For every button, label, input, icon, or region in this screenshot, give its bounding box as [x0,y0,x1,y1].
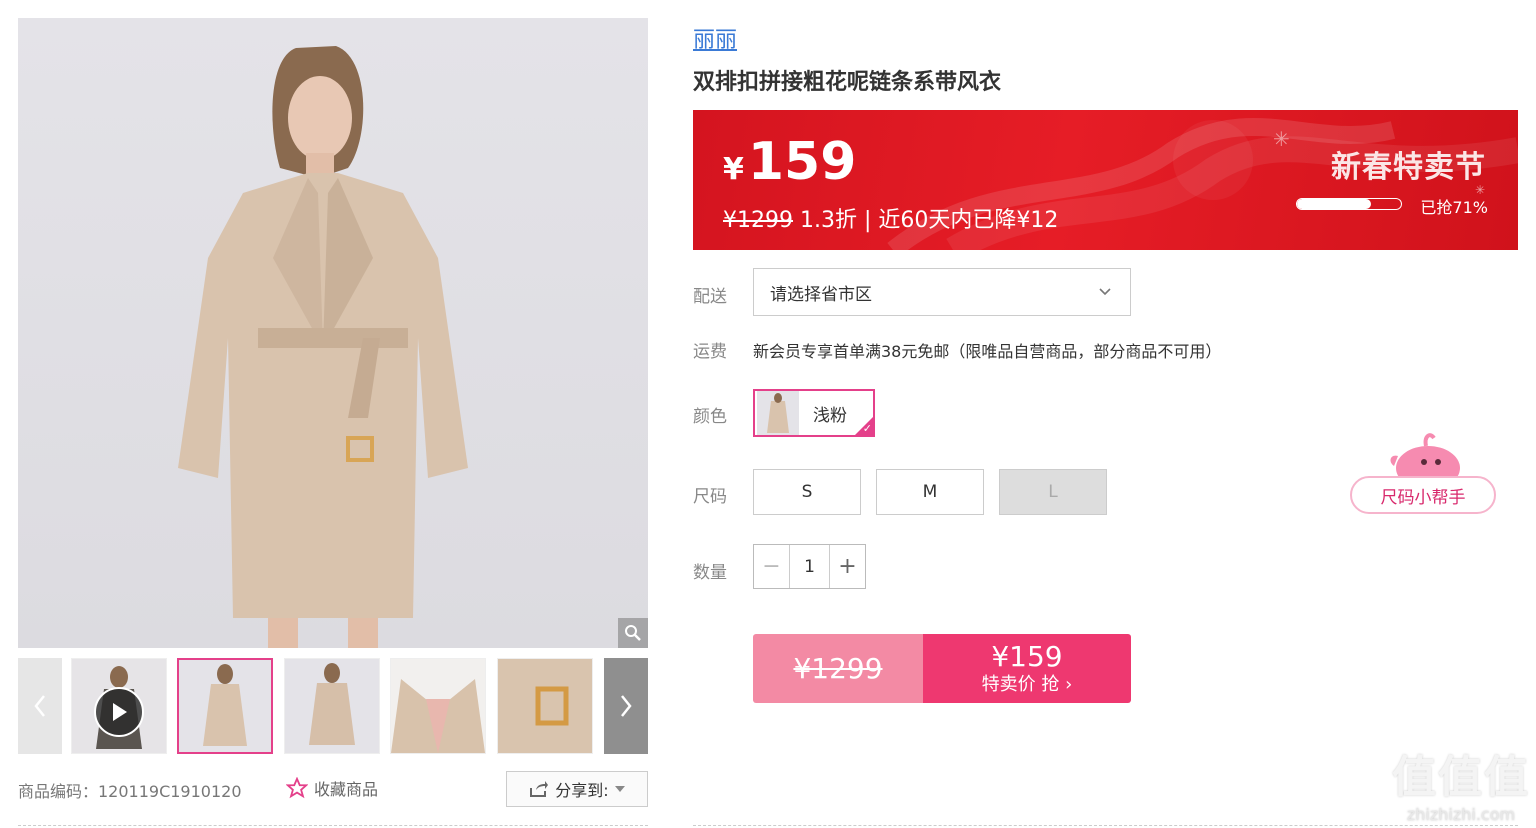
thumbnail-prev-button[interactable] [18,658,62,754]
size-label: 尺码 [693,487,727,507]
zoom-button[interactable] [618,618,648,648]
buy-button[interactable]: ¥1299 ¥159 特卖价 抢 › [753,634,1131,703]
color-label: 颜色 [693,407,727,427]
sold-progress-bar [1296,198,1402,210]
play-icon[interactable] [94,687,144,737]
chevron-down-icon [1099,288,1111,296]
quantity-decrease-button[interactable]: − [754,545,789,588]
divider [18,825,648,826]
share-icon [530,781,549,797]
event-title: 新春特卖节 [1331,150,1486,185]
product-title: 双排扣拼接粗花呢链条系带风衣 [693,70,1002,95]
color-swatch-graphic [757,391,799,435]
check-icon: ✓ [862,422,872,435]
magnifier-icon [625,625,641,641]
delivery-label: 配送 [693,287,727,307]
site-watermark: 值值值 zhizhizhi.com [1392,741,1530,824]
divider [693,825,1518,826]
sku-code: 商品编码：120119C1910120 [18,782,242,801]
price-subline: ¥1299 1.3折 | 近60天内已降¥12 [723,202,1058,234]
quantity-increase-button[interactable]: + [830,545,865,588]
color-option-selected[interactable]: 浅粉 ✓ [753,389,875,437]
thumbnail-image [179,660,271,752]
quantity-label: 数量 [693,563,727,583]
main-product-image[interactable] [18,18,648,648]
star-icon [286,777,308,799]
shipping-label: 运费 [693,342,727,362]
share-label: 分享到: [555,781,609,800]
sale-price: ¥ 159 [723,132,856,192]
coat-model-illustration [178,46,468,648]
brand-link[interactable]: 丽丽 [693,22,737,54]
size-option-s[interactable]: S [753,469,861,515]
color-swatch-image [757,391,799,435]
size-helper-button[interactable]: 尺码小帮手 [1350,476,1496,514]
favorite-label: 收藏商品 [314,780,379,799]
thumbnail-next-button[interactable] [604,658,648,754]
quantity-stepper: − 1 + [753,544,866,589]
delivery-region-select[interactable]: 请选择省市区 [753,268,1131,316]
play-triangle-icon [113,703,127,721]
quantity-input[interactable]: 1 [789,545,830,588]
size-option-m[interactable]: M [876,469,984,515]
thumbnail-strip [18,658,648,754]
svg-text:✳: ✳ [1273,127,1290,151]
thumbnail-buckle[interactable] [497,658,593,754]
thumbnail-front[interactable] [177,658,273,754]
color-name: 浅粉 [813,405,847,426]
buy-sale-section[interactable]: ¥159 特卖价 抢 › [923,634,1131,703]
thumbnail-image [391,659,485,753]
watermark-logo: 值值值 [1392,752,1530,803]
price-banner: ✳ ✳ ¥ 159 ¥1299 1.3折 | 近60天内已降¥12 新春特卖节 … [693,110,1518,250]
size-helper[interactable]: 尺码小帮手 [1350,432,1496,516]
size-option-l: L [999,469,1107,515]
currency-symbol: ¥ [723,152,744,187]
watermark-url: zhizhizhi.com [1406,805,1516,824]
discount-text: 1.3折 | 近60天内已降¥12 [800,208,1059,233]
product-meta-row: 商品编码：120119C1910120 收藏商品 分享到: [18,770,648,807]
thumbnail-image [285,659,379,753]
buy-original-price: ¥1299 [753,634,923,703]
thumbnail-image [498,659,592,753]
buy-sale-price: ¥159 [991,639,1063,673]
original-price: ¥1299 [723,208,793,233]
thumbnail-collar[interactable] [390,658,486,754]
caret-down-icon [614,786,625,792]
chevron-right-icon [621,695,632,717]
shipping-text: 新会员专享首单满38元免邮（限唯品自营商品，部分商品不可用） [753,342,1222,361]
price-value: 159 [747,132,857,192]
buy-cta-text: 特卖价 抢 › [981,673,1073,695]
thumbnail-video[interactable] [71,658,167,754]
delivery-placeholder: 请选择省市区 [770,284,872,305]
sold-progress-fill [1297,199,1371,209]
thumbnail-back[interactable] [284,658,380,754]
share-dropdown[interactable]: 分享到: [506,771,648,807]
favorite-button[interactable]: 收藏商品 [286,776,378,800]
sold-progress-text: 已抢71% [1420,198,1488,217]
helper-mascot-icon [1390,433,1460,482]
chevron-left-icon [34,695,45,717]
